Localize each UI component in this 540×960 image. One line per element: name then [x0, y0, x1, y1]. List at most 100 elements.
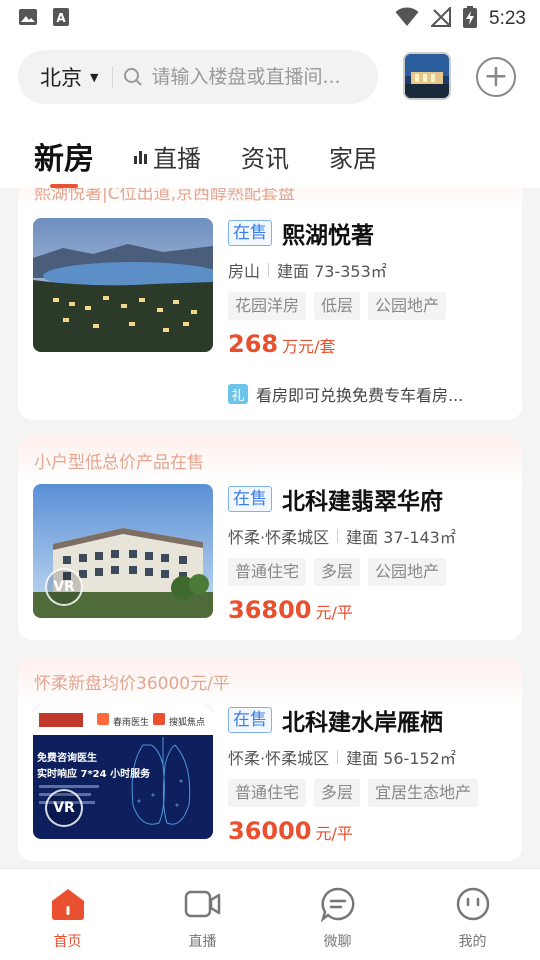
- nav-profile[interactable]: 我的: [405, 869, 540, 960]
- promo-row[interactable]: 礼 看房即可兑换免费专车看房...: [228, 382, 463, 406]
- divider: [268, 263, 270, 277]
- ad-brand2: 搜狐焦点: [169, 718, 206, 728]
- tab-home-decor[interactable]: 家居: [329, 139, 377, 188]
- listing-info: 在售 北科建翡翠华府 怀柔·怀柔城区 建面 37-143㎡ 普通住宅 多层 公园…: [228, 484, 512, 624]
- wifi-icon: [395, 7, 419, 31]
- tag: 公园地产: [368, 292, 447, 320]
- listing-price: 268: [228, 330, 279, 358]
- tag: 普通住宅: [228, 558, 307, 586]
- tag-list: 花园洋房 低层 公园地产: [228, 292, 512, 320]
- tab-news[interactable]: 资讯: [241, 139, 289, 188]
- listing-title: 北科建翡翠华府: [282, 489, 443, 515]
- search-icon: [123, 67, 143, 87]
- tab-label: 家居: [329, 145, 377, 173]
- listing-feed[interactable]: 熙湖悦著|C位出道,京西醇熟配套盘 在售 熙湖悦著 房山 建面 73-353㎡ …: [0, 188, 540, 868]
- ad-line1: 免费咨询医生: [37, 753, 97, 764]
- listing-area: 建面 56-152㎡: [346, 749, 456, 768]
- no-signal-icon: [429, 5, 452, 31]
- caret-down-icon: ▼: [90, 70, 99, 84]
- listing-title: 北科建水岸雁栖: [282, 710, 443, 736]
- nav-label: 我的: [458, 934, 487, 950]
- tag: 多层: [314, 558, 361, 586]
- plus-icon: +: [483, 59, 509, 94]
- tab-label: 新房: [34, 142, 94, 177]
- listing-price: 36000: [228, 817, 312, 845]
- chat-icon: [319, 885, 357, 923]
- listing-district: 怀柔·怀柔城区: [228, 749, 330, 768]
- listing-card[interactable]: 小户型低总价产品在售 VR 在售 北科建翡翠华府 怀柔·怀柔城区 建面 37-1…: [18, 436, 522, 640]
- price-unit: 元/平: [315, 824, 353, 843]
- tag: 低层: [314, 292, 361, 320]
- search-bar: 北京 ▼: [18, 50, 378, 104]
- gift-icon: 礼: [228, 384, 248, 404]
- listing-price: 36800: [228, 596, 312, 624]
- status-badge: 在售: [228, 486, 272, 512]
- tab-label: 直播: [153, 145, 201, 173]
- city-label: 北京: [40, 66, 82, 90]
- card-tagline: 熙湖悦著|C位出道,京西醇熟配套盘: [18, 188, 522, 206]
- ad-brand1: 春雨医生: [113, 718, 150, 728]
- home-icon: [49, 885, 87, 923]
- listing-card[interactable]: 怀柔新盘均价36000元/平 免费咨询医生 实时响应 7*24 小时服务 春雨医…: [18, 657, 522, 861]
- listing-area: 建面 37-143㎡: [346, 528, 456, 547]
- tag: 花园洋房: [228, 292, 307, 320]
- ad-line2: 实时响应 7*24 小时服务: [37, 769, 151, 780]
- tag: 多层: [314, 779, 361, 807]
- listing-image: [33, 218, 213, 352]
- gallery-icon: [18, 7, 38, 31]
- add-button[interactable]: +: [476, 57, 516, 97]
- listing-title: 熙湖悦著: [282, 223, 374, 249]
- nav-label: 首页: [53, 934, 82, 950]
- tab-new-house[interactable]: 新房: [34, 134, 94, 188]
- tag: 宜居生态地产: [368, 779, 479, 807]
- vr-icon[interactable]: VR: [45, 789, 83, 827]
- svg-text:A: A: [56, 11, 66, 25]
- listing-info: 在售 熙湖悦著 房山 建面 73-353㎡ 花园洋房 低层 公园地产 268 万…: [228, 218, 512, 358]
- listing-area: 建面 73-353㎡: [277, 262, 387, 281]
- tag-list: 普通住宅 多层 公园地产: [228, 558, 512, 586]
- price-unit: 元/平: [315, 603, 353, 622]
- listing-info: 在售 北科建水岸雁栖 怀柔·怀柔城区 建面 56-152㎡ 普通住宅 多层 宜居…: [228, 705, 512, 845]
- price-unit: 万元/套: [282, 337, 336, 356]
- status-bar: A 5:23: [0, 0, 540, 38]
- video-icon: [184, 885, 222, 923]
- divider: [337, 750, 339, 764]
- listing-image: VR: [33, 484, 213, 618]
- a-box-icon: A: [52, 7, 70, 31]
- listing-card[interactable]: 熙湖悦著|C位出道,京西醇熟配套盘 在售 熙湖悦著 房山 建面 73-353㎡ …: [18, 188, 522, 420]
- nav-chat[interactable]: 微聊: [270, 869, 405, 960]
- status-badge: 在售: [228, 220, 272, 246]
- nav-live[interactable]: 直播: [135, 869, 270, 960]
- search-input[interactable]: [151, 66, 362, 88]
- bottom-nav: 首页 直播 微聊 我的: [0, 868, 540, 960]
- listing-district: 房山: [228, 262, 261, 281]
- card-body: 免费咨询医生 实时响应 7*24 小时服务 春雨医生 搜狐焦点 VR 在售 北科…: [18, 705, 522, 861]
- live-bars-icon: [134, 150, 147, 164]
- card-body: VR 在售 北科建翡翠华府 怀柔·怀柔城区 建面 37-143㎡ 普通住宅 多层…: [18, 484, 522, 640]
- nav-label: 微聊: [323, 934, 352, 950]
- status-badge: 在售: [228, 707, 272, 733]
- divider: [337, 529, 339, 543]
- tab-live[interactable]: 直播: [134, 139, 201, 188]
- nav-home[interactable]: 首页: [0, 869, 135, 960]
- tag: 公园地产: [368, 558, 447, 586]
- divider: [112, 66, 114, 88]
- tag: 普通住宅: [228, 779, 307, 807]
- vr-icon[interactable]: VR: [45, 568, 83, 606]
- card-tagline: 小户型低总价产品在售: [18, 436, 522, 484]
- tab-label: 资讯: [241, 145, 289, 173]
- battery-charging-icon: [463, 6, 478, 32]
- city-selector[interactable]: 北京 ▼: [18, 62, 98, 92]
- nav-label: 直播: [188, 934, 217, 950]
- header: 北京 ▼ + 新房 直播 资讯: [0, 38, 540, 188]
- listing-district: 怀柔·怀柔城区: [228, 528, 330, 547]
- listing-image: 免费咨询医生 实时响应 7*24 小时服务 春雨医生 搜狐焦点 VR: [33, 705, 213, 839]
- clock: 5:23: [489, 8, 526, 29]
- tag-list: 普通住宅 多层 宜居生态地产: [228, 779, 512, 807]
- profile-icon: [454, 885, 492, 923]
- category-tabs: 新房 直播 资讯 家居: [0, 134, 540, 188]
- card-tagline: 怀柔新盘均价36000元/平: [18, 657, 522, 705]
- avatar[interactable]: [403, 52, 451, 100]
- card-body: 在售 熙湖悦著 房山 建面 73-353㎡ 花园洋房 低层 公园地产 268 万…: [18, 218, 522, 405]
- promo-text: 看房即可兑换免费专车看房...: [256, 386, 464, 405]
